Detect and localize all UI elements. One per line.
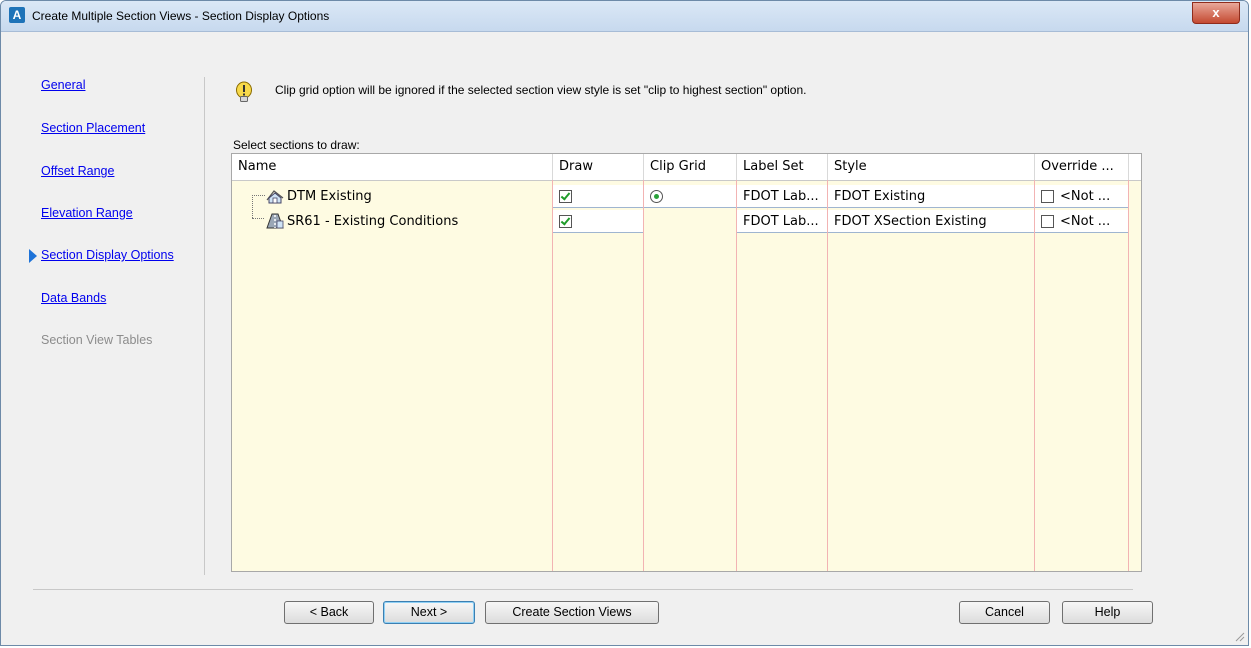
override-value: <Not ...: [1060, 189, 1111, 204]
grid-header: Name Draw Clip Grid Label Set Style Over…: [232, 154, 1141, 181]
draw-cell[interactable]: [553, 185, 643, 208]
column-divider: [1034, 180, 1035, 571]
label-set-cell[interactable]: FDOT Lab...: [737, 210, 827, 233]
corridor-section-icon: [266, 213, 284, 229]
column-header-label-set[interactable]: Label Set: [737, 154, 828, 180]
section-name: DTM Existing: [287, 189, 372, 204]
sections-grid[interactable]: Name Draw Clip Grid Label Set Style Over…: [231, 153, 1142, 572]
column-divider: [643, 180, 644, 571]
nav-item-label: Section Display Options: [41, 248, 174, 262]
clip-grid-cell[interactable]: [644, 185, 736, 208]
help-button[interactable]: Help: [1062, 601, 1153, 624]
override-cell[interactable]: <Not ...: [1035, 185, 1128, 208]
resize-grip-icon[interactable]: [1233, 630, 1245, 642]
sidebar-divider: [204, 77, 205, 575]
section-name: SR61 - Existing Conditions: [287, 214, 459, 229]
close-button[interactable]: x: [1192, 2, 1240, 24]
column-header-name[interactable]: Name: [232, 154, 553, 180]
column-header-override[interactable]: Override ...: [1035, 154, 1129, 180]
table-row[interactable]: DTM Existing FDOT Lab... FDOT Existing <…: [232, 185, 1141, 208]
column-divider: [1128, 180, 1129, 571]
style-cell[interactable]: FDOT XSection Existing: [828, 210, 1034, 233]
create-section-views-button[interactable]: Create Section Views: [485, 601, 659, 624]
clip-grid-radio[interactable]: [650, 190, 663, 203]
footer-divider: [33, 589, 1133, 590]
column-divider: [552, 180, 553, 571]
clip-grid-cell[interactable]: [644, 210, 736, 233]
nav-item-offset-range[interactable]: Offset Range: [41, 164, 114, 178]
surface-section-icon: [266, 190, 284, 204]
override-value: <Not ...: [1060, 214, 1111, 229]
draw-checkbox[interactable]: [559, 215, 572, 228]
active-page-arrow-icon: [29, 249, 37, 263]
column-divider: [827, 180, 828, 571]
cancel-button[interactable]: Cancel: [959, 601, 1050, 624]
override-checkbox[interactable]: [1041, 190, 1054, 203]
column-header-style[interactable]: Style: [828, 154, 1035, 180]
column-divider: [736, 180, 737, 571]
override-checkbox[interactable]: [1041, 215, 1054, 228]
dialog-window: A Create Multiple Section Views - Sectio…: [0, 0, 1249, 646]
override-cell[interactable]: <Not ...: [1035, 210, 1128, 233]
nav-item-section-placement[interactable]: Section Placement: [41, 121, 145, 135]
nav-item-section-display-options[interactable]: Section Display Options: [29, 248, 174, 263]
label-set-cell[interactable]: FDOT Lab...: [737, 185, 827, 208]
nav-item-data-bands[interactable]: Data Bands: [41, 291, 106, 305]
column-header-clip-grid[interactable]: Clip Grid: [644, 154, 737, 180]
nav-item-section-view-tables: Section View Tables: [41, 333, 153, 347]
hint-message: Clip grid option will be ignored if the …: [275, 83, 807, 97]
app-icon: A: [9, 7, 25, 23]
title-bar[interactable]: A Create Multiple Section Views - Sectio…: [1, 1, 1248, 32]
grid-caption: Select sections to draw:: [233, 138, 360, 152]
style-cell[interactable]: FDOT Existing: [828, 185, 1034, 208]
back-button[interactable]: < Back: [284, 601, 374, 624]
next-button[interactable]: Next >: [383, 601, 475, 624]
draw-checkbox[interactable]: [559, 190, 572, 203]
lightbulb-icon: [236, 81, 252, 102]
draw-cell[interactable]: [553, 210, 643, 233]
nav-item-general[interactable]: General: [41, 78, 85, 92]
column-header-draw[interactable]: Draw: [553, 154, 644, 180]
table-row[interactable]: SR61 - Existing Conditions FDOT Lab... F…: [232, 210, 1141, 233]
window-title: Create Multiple Section Views - Section …: [32, 9, 330, 23]
nav-item-elevation-range[interactable]: Elevation Range: [41, 206, 133, 220]
